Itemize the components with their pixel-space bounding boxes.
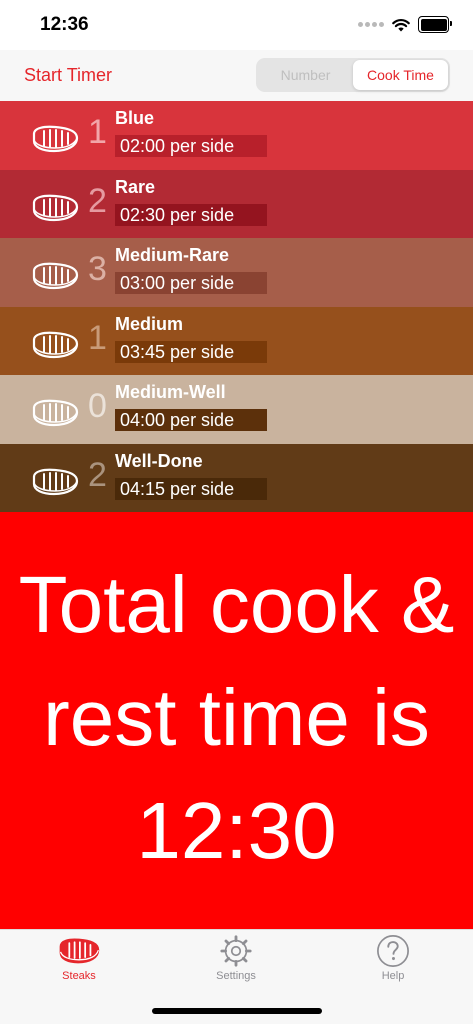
- steak-cook-time: 02:30 per side: [115, 203, 267, 226]
- segment-cook-time[interactable]: Cook Time: [353, 60, 448, 90]
- steak-name: Rare: [115, 176, 156, 197]
- question-circle-icon: [377, 935, 409, 967]
- tab-settings[interactable]: Settings: [186, 934, 286, 982]
- steak-icon: [32, 331, 79, 358]
- nav-bar: Start Timer Number Cook Time: [0, 50, 473, 101]
- total-line-1: Total cook &: [18, 560, 455, 649]
- steak-row-medium-well[interactable]: 0 Medium-Well 04:00 per side: [0, 375, 473, 444]
- home-indicator: [152, 1008, 322, 1014]
- status-bar: 12:36: [0, 0, 473, 50]
- steak-name: Medium-Well: [115, 382, 226, 402]
- steak-row-medium[interactable]: 1 Medium 03:45 per side: [0, 306, 473, 375]
- tab-label: Settings: [216, 970, 256, 982]
- steak-cook-time: 03:45 per side: [115, 340, 267, 363]
- status-time: 12:36: [40, 14, 89, 35]
- start-timer-button[interactable]: Start Timer: [24, 65, 112, 86]
- steak-row-rare[interactable]: 2 Rare 02:30 per side: [0, 169, 473, 238]
- steak-count: 2: [88, 181, 107, 220]
- steak-name: Medium: [115, 313, 184, 334]
- steak-icon: [32, 468, 79, 495]
- total-time-panel: Total cook & rest time is 12:30: [0, 512, 473, 929]
- total-time-value: 12:30: [136, 786, 337, 875]
- steak-row-medium-rare[interactable]: 3 Medium-Rare 03:00 per side: [0, 238, 473, 307]
- steak-row-well-done[interactable]: 2 Well-Done 04:15 per side: [0, 443, 473, 512]
- steak-icon: [32, 399, 79, 427]
- steak-count: 3: [88, 250, 107, 288]
- steak-count: 1: [88, 113, 107, 151]
- tab-help[interactable]: Help: [343, 934, 443, 982]
- steak-name: Medium-Rare: [115, 245, 230, 265]
- steak-icon: [32, 125, 79, 153]
- steak-row-blue[interactable]: 1 Blue 02:00 per side: [0, 101, 473, 170]
- steak-icon: [32, 194, 79, 221]
- steak-cook-time: 02:00 per side: [115, 135, 267, 157]
- steak-name: Blue: [115, 108, 155, 128]
- status-icons: [358, 16, 452, 33]
- wifi-icon: [392, 18, 410, 31]
- steak-list: 1 Blue 02:00 per side 2 Rare 02:30 per s…: [0, 101, 473, 512]
- total-time-message: Total cook & rest time is 12:30: [19, 548, 455, 887]
- steak-cook-time: 03:00 per side: [115, 272, 267, 294]
- steak-count: 1: [88, 318, 107, 357]
- steak-cook-time: 04:00 per side: [115, 409, 267, 431]
- steak-count: 2: [88, 455, 107, 494]
- steak-cook-time: 04:15 per side: [115, 477, 267, 500]
- steak-icon: [59, 938, 100, 964]
- segment-number[interactable]: Number: [258, 60, 353, 90]
- total-line-2: rest time is: [43, 673, 430, 762]
- tab-steaks[interactable]: Steaks: [29, 934, 129, 982]
- display-mode-segmented-control: Number Cook Time: [256, 58, 450, 92]
- tab-label: Help: [381, 970, 405, 982]
- steak-name: Well-Done: [115, 450, 203, 471]
- steak-icon: [32, 262, 79, 290]
- battery-icon: [418, 16, 452, 33]
- gear-icon: [220, 935, 252, 967]
- steak-count: 0: [88, 387, 107, 425]
- tab-label: Steaks: [62, 970, 96, 982]
- cellular-signal-icon: [358, 22, 384, 27]
